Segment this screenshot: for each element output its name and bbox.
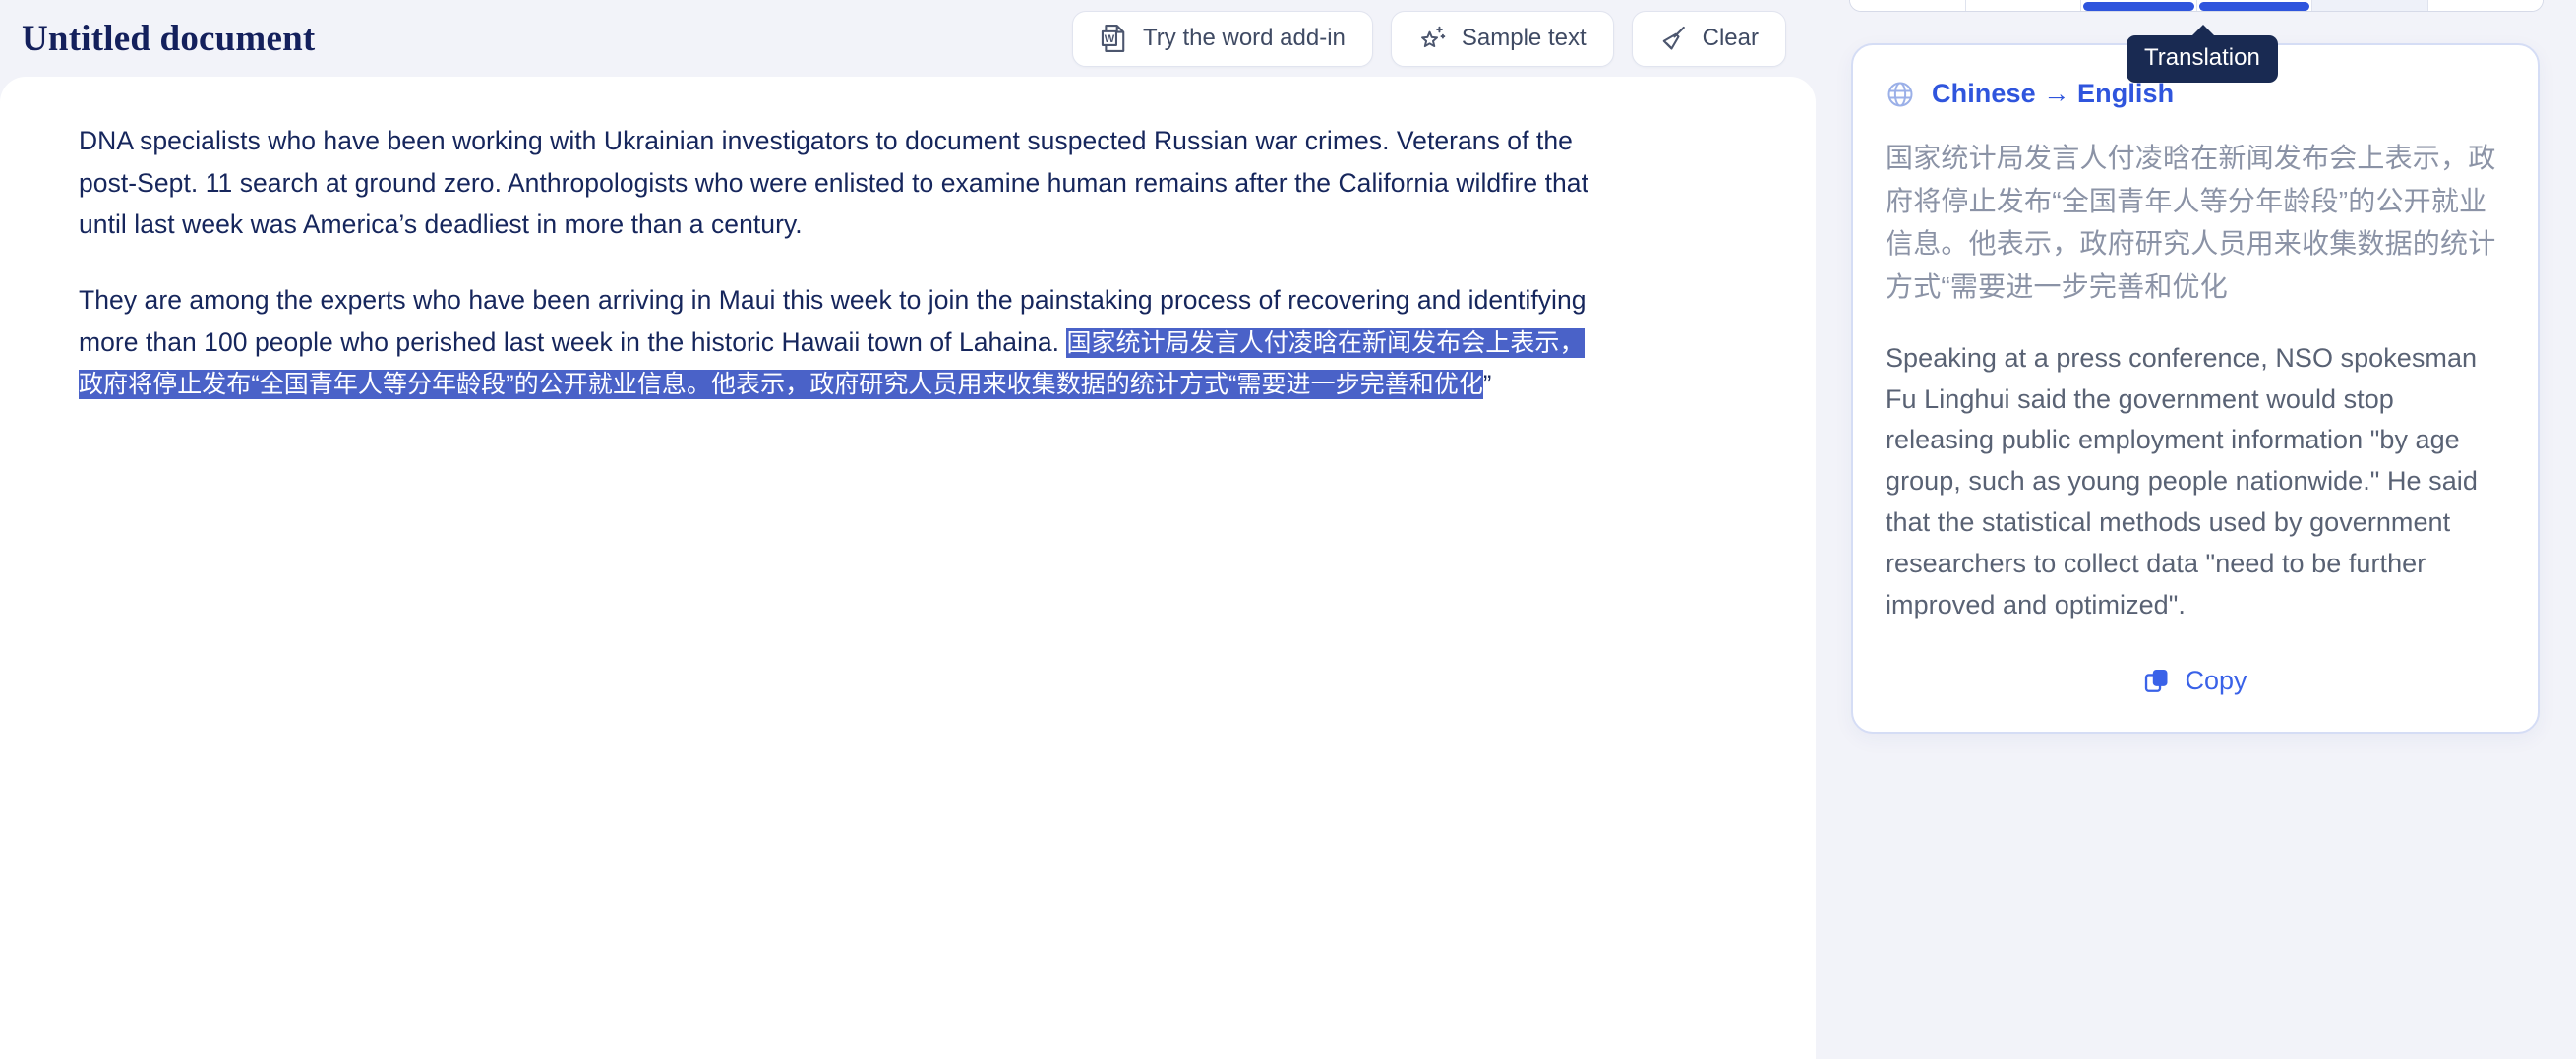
panel-tab-1[interactable] (1850, 0, 1966, 11)
copy-button[interactable]: Copy (2133, 660, 2256, 702)
copy-label: Copy (2185, 665, 2247, 695)
panel-tab-5[interactable] (2312, 0, 2428, 11)
copy-icon (2143, 667, 2171, 694)
try-word-addin-label: Try the word add-in (1143, 25, 1346, 51)
header-actions: W Try the word add-in Sample text Clear (1072, 10, 1791, 67)
globe-icon (1886, 80, 1915, 109)
svg-text:W: W (1105, 33, 1115, 45)
editor-header: Untitled document W Try the word add-in (0, 0, 1816, 77)
panel-tab-4[interactable] (2196, 0, 2312, 11)
translation-card: Chinese → English 国家统计局发言人付凌晗在新闻发布会上表示，政… (1851, 43, 2540, 734)
panel-tab-6[interactable] (2427, 0, 2543, 11)
translation-card-header: Chinese → English (1886, 79, 2505, 109)
unselected-trailing-quote: ” (1482, 371, 1492, 399)
document-editor[interactable]: DNA specialists who have been working wi… (0, 77, 1672, 405)
app-root: Untitled document W Try the word add-in (0, 0, 2576, 1059)
try-word-addin-button[interactable]: W Try the word add-in (1072, 10, 1373, 67)
translation-source-text: 国家统计局发言人付凌晗在新闻发布会上表示，政府将停止发布“全国青年人等分年龄段”… (1886, 143, 2496, 303)
clear-label: Clear (1702, 25, 1759, 51)
right-panel-column: Translation Chinese → English 国家统计局发言人付凌… (1816, 0, 2576, 1059)
translation-target-text: Speaking at a press conference, NSO spok… (1886, 342, 2478, 619)
document-paragraph-1: DNA specialists who have been working wi… (79, 126, 1588, 240)
panel-tab-2[interactable] (1965, 0, 2081, 11)
panel-tab-3[interactable] (2081, 0, 2197, 11)
language-pair-label: Chinese → English (1932, 79, 2175, 108)
clear-button[interactable]: Clear (1631, 10, 1786, 67)
document-paragraph-2: They are among the experts who have been… (79, 279, 1593, 405)
sparkle-star-icon (1418, 24, 1448, 53)
sample-text-label: Sample text (1461, 25, 1587, 51)
sample-text-button[interactable]: Sample text (1390, 10, 1614, 67)
document-card: DNA specialists who have been working wi… (0, 77, 1816, 1059)
translation-tooltip: Translation (2127, 25, 2278, 83)
editor-column: Untitled document W Try the word add-in (0, 0, 1816, 1059)
copy-row: Copy (1886, 656, 2505, 702)
page-title[interactable]: Untitled document (22, 18, 315, 60)
broom-icon (1659, 24, 1689, 53)
panel-tab-strip[interactable] (1849, 0, 2544, 12)
word-document-icon: W (1100, 23, 1129, 54)
